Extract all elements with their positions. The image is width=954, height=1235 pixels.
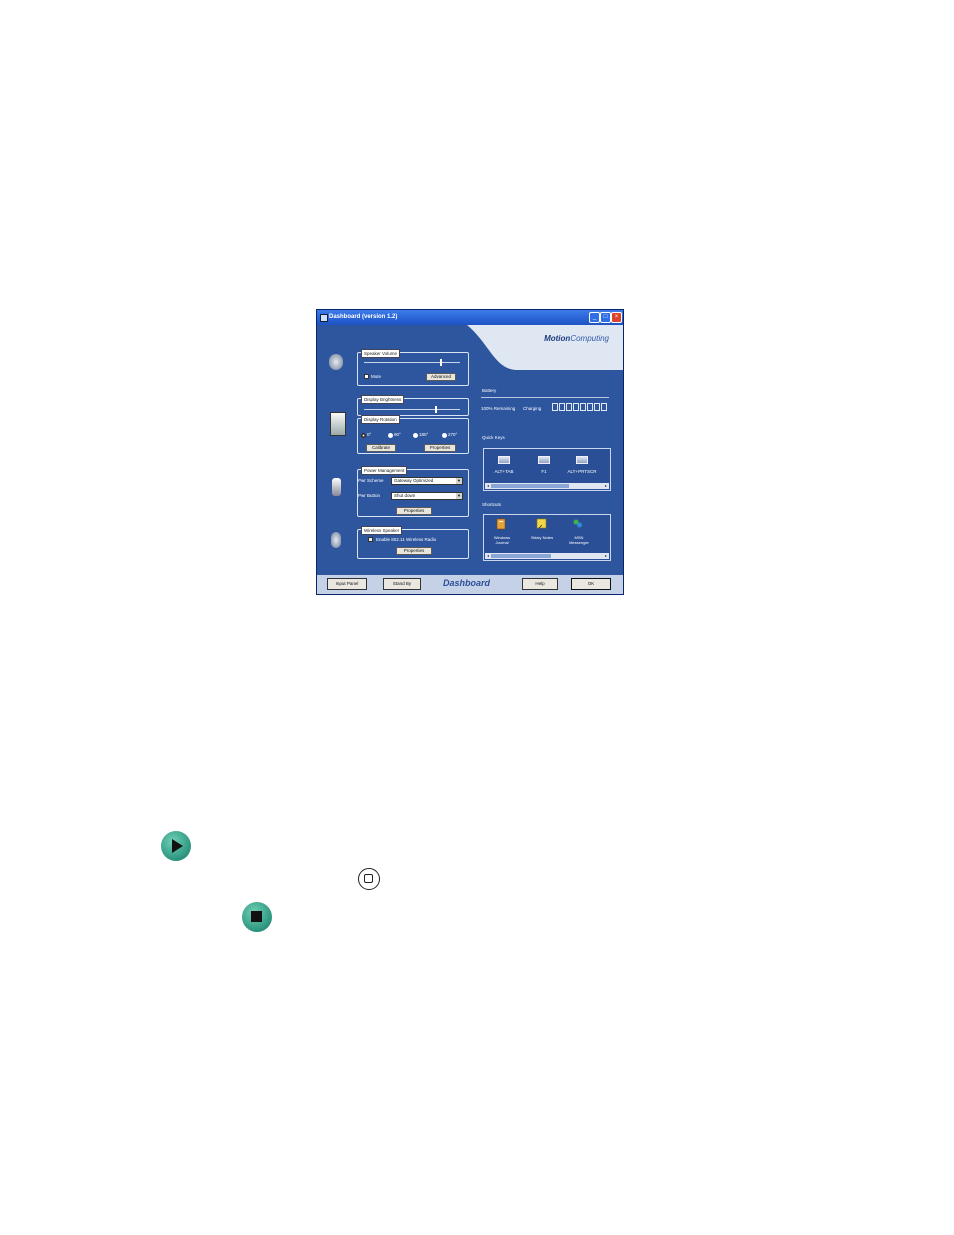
power-button-label: Pwr Button: [358, 493, 381, 498]
enable-wireless-label: Enable 802.11 Wireless Radio: [376, 537, 437, 542]
wireless-legend: Wireless Speaker: [361, 526, 403, 535]
mute-label: Mute: [371, 374, 382, 379]
dashboard-logo: Dashboard: [443, 578, 491, 588]
power-button-select[interactable]: Shut down ▼: [391, 492, 463, 500]
close-button[interactable]: ×: [611, 312, 622, 323]
volume-slider-thumb[interactable]: [439, 359, 442, 366]
rotation-180-radio[interactable]: [413, 433, 418, 438]
stop-icon: [242, 902, 272, 932]
shortcut-label-line1: Sticky Notes: [530, 535, 554, 540]
calibrate-button[interactable]: Calibrate: [366, 444, 396, 452]
rotation-90-label: 90°: [394, 432, 401, 437]
input-panel-button[interactable]: Input Panel: [327, 578, 367, 590]
title-bar[interactable]: Dashboard (version 1.2) _ □ ×: [317, 310, 623, 325]
app-icon: [320, 314, 328, 322]
shortcut-label-line2: Messenger: [569, 540, 589, 545]
quick-key-label[interactable]: ALT+PRTSCR: [564, 469, 600, 474]
wireless-icon: [331, 532, 341, 548]
advanced-button[interactable]: Advanced: [426, 373, 456, 381]
go-arrow-icon: [161, 831, 191, 861]
shortcuts-panel: Windows Journal Sticky Notes MSN Messeng…: [483, 514, 611, 561]
sticky-notes-icon[interactable]: [536, 518, 547, 530]
quick-keys-scrollbar[interactable]: ◂ ▸: [485, 483, 609, 489]
keyboard-icon[interactable]: [498, 456, 510, 464]
display-brightness-group: Display Brightness: [357, 395, 469, 416]
shortcut-label[interactable]: Sticky Notes: [522, 535, 562, 540]
speaker-volume-group: Speaker Volume Mute Advanced: [357, 349, 469, 386]
battery-state: Charging: [523, 406, 542, 411]
battery-meter: [552, 403, 610, 414]
brand-suffix: Computing: [570, 334, 609, 343]
scroll-right-icon[interactable]: ▸: [603, 483, 609, 489]
keyboard-icon[interactable]: [576, 456, 588, 464]
wireless-properties-button[interactable]: Properties: [396, 547, 432, 555]
scrollbar-thumb[interactable]: [491, 554, 551, 558]
maximize-button[interactable]: □: [600, 312, 611, 323]
enable-wireless-checkbox[interactable]: [368, 537, 373, 542]
power-scheme-value: Gateway Optimized: [394, 478, 434, 483]
volume-slider[interactable]: [364, 359, 460, 366]
window-title: Dashboard (version 1.2): [329, 314, 398, 320]
quick-keys-heading: Quick Keys: [482, 435, 505, 440]
bottom-bar: Input Panel Stand By Dashboard Help OK: [317, 575, 623, 594]
power-management-group: Power Management Pwr Scheme Gateway Opti…: [357, 466, 469, 517]
power-plug-icon: [332, 478, 341, 496]
stand-by-button[interactable]: Stand By: [383, 578, 421, 590]
mute-checkbox[interactable]: [364, 374, 369, 379]
keyboard-icon[interactable]: [538, 456, 550, 464]
rotation-0-label: 0°: [367, 432, 372, 437]
power-scheme-select[interactable]: Gateway Optimized ▼: [391, 477, 463, 485]
display-brightness-legend: Display Brightness: [361, 395, 405, 404]
brightness-slider-thumb[interactable]: [435, 406, 437, 413]
shortcuts-heading: Shortcuts: [482, 502, 502, 507]
battery-remaining: 100% Remaining: [481, 406, 516, 411]
scrollbar-thumb[interactable]: [491, 484, 569, 488]
help-button[interactable]: Help: [522, 578, 558, 590]
power-scheme-label: Pwr Scheme: [358, 478, 384, 483]
shortcut-label-line2: Journal: [495, 540, 509, 545]
wireless-group: Wireless Speaker Enable 802.11 Wireless …: [357, 526, 469, 559]
rotation-270-radio[interactable]: [442, 433, 447, 438]
power-management-legend: Power Management: [361, 466, 408, 475]
rotation-properties-button[interactable]: Properties: [424, 444, 456, 452]
brand-logo: MotionComputing: [544, 334, 609, 343]
shortcut-label[interactable]: Windows Journal: [484, 535, 520, 545]
windows-journal-icon[interactable]: [496, 518, 507, 530]
rotation-0-radio[interactable]: [361, 433, 366, 438]
power-button-value: Shut down: [394, 493, 416, 498]
speaker-icon: [329, 354, 343, 370]
speaker-volume-legend: Speaker Volume: [361, 349, 401, 358]
display-rotation-group: Display Rotation 0° 90° 180° 270° Calibr…: [357, 415, 469, 454]
rotation-270-label: 270°: [448, 432, 458, 437]
brightness-slider[interactable]: [364, 406, 460, 413]
shortcuts-scrollbar[interactable]: ◂ ▸: [485, 553, 609, 559]
power-properties-button[interactable]: Properties: [396, 507, 432, 515]
scroll-right-icon[interactable]: ▸: [603, 553, 609, 559]
ok-button[interactable]: OK: [571, 578, 611, 590]
brand-prefix: Motion: [544, 334, 571, 343]
battery-divider: [481, 397, 609, 398]
display-rotation-legend: Display Rotation: [361, 415, 400, 424]
dashboard-window: Dashboard (version 1.2) _ □ × MotionComp…: [316, 309, 624, 595]
battery-heading: Battery: [482, 388, 497, 393]
tablet-display-icon: [330, 412, 346, 436]
minimize-button[interactable]: _: [589, 312, 600, 323]
chevron-down-icon: ▼: [456, 493, 462, 499]
shortcut-label[interactable]: MSN Messenger: [560, 535, 598, 545]
tablet-button-icon: [358, 868, 380, 890]
rotation-90-radio[interactable]: [388, 433, 393, 438]
chevron-down-icon: ▼: [456, 478, 462, 484]
quick-keys-panel: ALT+TAB F1 ALT+PRTSCR ◂ ▸: [483, 448, 611, 491]
quick-key-label[interactable]: ALT+TAB: [490, 469, 518, 474]
quick-key-label[interactable]: F1: [530, 469, 558, 474]
msn-messenger-icon[interactable]: [572, 518, 583, 530]
rotation-180-label: 180°: [419, 432, 429, 437]
